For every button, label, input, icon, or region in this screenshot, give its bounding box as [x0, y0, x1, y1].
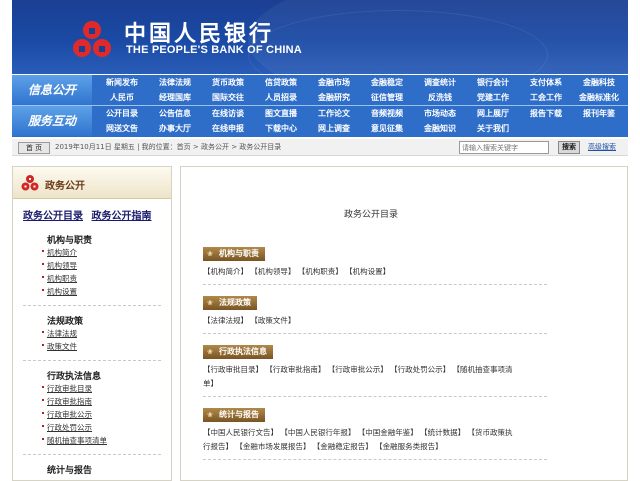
nav-item[interactable]: 法律法规	[149, 76, 201, 90]
nav-item[interactable]: 新闻发布	[96, 76, 148, 90]
nav-item[interactable]: 网送文告	[96, 122, 148, 136]
sidebar-divider	[23, 360, 161, 361]
nav-grid-service: 公开目录 公告信息 在线访谈 图文直播 工作论文 音频视频 市场动态 网上展厅 报告下载 报刊年鉴…	[96, 106, 628, 136]
nav-item[interactable]: 市场动态	[414, 107, 466, 121]
nav-item[interactable]: 在线申报	[202, 122, 254, 136]
category-divider	[203, 459, 547, 460]
category-divider	[203, 396, 547, 397]
nav-item[interactable]: 人员招录	[255, 91, 307, 105]
sidebar-link-directory[interactable]: 政务公开目录	[23, 211, 83, 222]
nav-item[interactable]: 征信管理	[361, 91, 413, 105]
nav-item[interactable]: 货币政策	[202, 76, 254, 90]
nav-item[interactable]: 关于我们	[467, 122, 519, 136]
sidebar-item[interactable]: 行政审批公示	[42, 409, 92, 420]
category-links[interactable]: 【中国人民银行文告】 【中国人民银行年报】 【中国金融年鉴】 【统计数据】 【货…	[203, 427, 513, 439]
nav-item[interactable]: 反洗钱	[414, 91, 466, 105]
sidebar-title: 政务公开	[45, 181, 85, 192]
sidebar: 政务公开 政务公开目录 政务公开指南 机构与职责 机构简介机构领导机构职责机构设置…	[12, 166, 172, 481]
nav-item[interactable]: 工会工作	[520, 91, 572, 105]
nav-item[interactable]: 图文直播	[255, 107, 307, 121]
nav-item[interactable]: 金融研究	[308, 91, 360, 105]
nav-item[interactable]: 工作论文	[308, 107, 360, 121]
sidebar-divider	[23, 305, 161, 306]
category-heading[interactable]: 机构与职责	[203, 247, 265, 261]
nav-item[interactable]: 人民币	[96, 91, 148, 105]
nav-item[interactable]: 党建工作	[467, 91, 519, 105]
nav-item[interactable]: 网上调查	[308, 122, 360, 136]
sidebar-section-title: 行政执法信息	[47, 372, 102, 382]
sidebar-header: 政务公开	[13, 167, 171, 199]
category-heading[interactable]: 统计与报告	[203, 408, 265, 422]
sidebar-item[interactable]: 机构设置	[42, 286, 77, 297]
nav-item[interactable]: 经理国库	[149, 91, 201, 105]
header-banner: 中国人民银行 THE PEOPLE'S BANK OF CHINA	[12, 0, 628, 74]
category-heading[interactable]: 行政执法信息	[203, 345, 273, 359]
nav-row-service: 服务互动 公开目录 公告信息 在线访谈 图文直播 工作论文 音频视频 市场动态 网上展厅 报告下…	[12, 106, 628, 136]
nav-grid-info: 新闻发布 法律法规 货币政策 信贷政策 金融市场 金融稳定 调查统计 银行会计 支付体系 金融科技…	[96, 75, 628, 105]
home-button[interactable]: 首 页	[18, 142, 50, 154]
nav-item[interactable]: 下载中心	[255, 122, 307, 136]
nav-item[interactable]: 金融知识	[414, 122, 466, 136]
nav-row-info: 信息公开 新闻发布 法律法规 货币政策 信贷政策 金融市场 金融稳定 调查统计 银行会计 支付体…	[12, 75, 628, 105]
advanced-search-link[interactable]: 高级搜索	[588, 142, 616, 153]
sidebar-section-title: 法规政策	[47, 317, 84, 327]
category-heading[interactable]: 法规政策	[203, 296, 257, 310]
nav-item[interactable]: 银行会计	[467, 76, 519, 90]
category-links[interactable]: 【法律法规】 【政策文件】	[203, 315, 295, 327]
nav-item[interactable]: 金融稳定	[361, 76, 413, 90]
category-divider	[203, 284, 547, 285]
page: 中国人民银行 THE PEOPLE'S BANK OF CHINA 信息公开 新…	[0, 0, 640, 481]
sidebar-item[interactable]: 政策文件	[42, 341, 77, 352]
nav-label-service: 服务互动	[12, 106, 92, 136]
sidebar-section-title: 机构与职责	[47, 236, 93, 246]
sidebar-item[interactable]: 行政审批指南	[42, 396, 92, 407]
category-links[interactable]: 【机构简介】 【机构领导】 【机构职责】 【机构设置】	[203, 266, 390, 278]
nav-item[interactable]: 在线访谈	[202, 107, 254, 121]
sidebar-item[interactable]: 行政处罚公示	[42, 422, 92, 433]
category-divider	[203, 333, 547, 334]
sidebar-item[interactable]: 行政审批目录	[42, 383, 92, 394]
nav-item[interactable]: 报刊年鉴	[573, 107, 625, 121]
nav-item[interactable]: 音频视频	[361, 107, 413, 121]
nav-item[interactable]: 金融市场	[308, 76, 360, 90]
sidebar-top-links: 政务公开目录 政务公开指南	[23, 207, 173, 222]
nav-item[interactable]: 信贷政策	[255, 76, 307, 90]
main-content: 政务公开目录 机构与职责【机构简介】 【机构领导】 【机构职责】 【机构设置】法…	[180, 166, 628, 481]
search-button[interactable]: 搜索	[558, 141, 580, 154]
nav-label-info: 信息公开	[12, 75, 92, 105]
category-links[interactable]: 【行政审批目录】 【行政审批指南】 【行政审批公示】 【行政处罚公示】 【随机抽…	[203, 364, 513, 376]
nav-item[interactable]: 办事大厅	[149, 122, 201, 136]
sidebar-link-guide[interactable]: 政务公开指南	[92, 211, 152, 222]
nav-item[interactable]: 公开目录	[96, 107, 148, 121]
sidebar-item[interactable]: 法律法规	[42, 328, 77, 339]
sidebar-item[interactable]: 机构职责	[42, 273, 77, 284]
breadcrumb-bar: 首 页 2019年10月11日 星期五 | 我的位置：首页 > 政务公开 > 政…	[12, 139, 628, 156]
pboc-logo-icon	[21, 175, 39, 191]
nav-item[interactable]: 意见征集	[361, 122, 413, 136]
nav-item[interactable]: 网上展厅	[467, 107, 519, 121]
nav-item[interactable]: 金融标准化	[573, 91, 625, 105]
sidebar-item[interactable]: 机构领导	[42, 260, 77, 271]
sidebar-item[interactable]: 机构简介	[42, 247, 77, 258]
nav-item[interactable]: 国际交往	[202, 91, 254, 105]
search-input[interactable]	[459, 141, 549, 154]
page-title: 政务公开目录	[343, 210, 398, 220]
nav-item[interactable]: 调查统计	[414, 76, 466, 90]
sidebar-item[interactable]: 随机抽查事项清单	[42, 435, 107, 446]
nav-item[interactable]: 公告信息	[149, 107, 201, 121]
category-links[interactable]: 单】	[203, 378, 218, 390]
breadcrumb: 2019年10月11日 星期五 | 我的位置：首页 > 政务公开 > 政务公开目…	[55, 143, 282, 151]
bank-name-english: THE PEOPLE'S BANK OF CHINA	[126, 44, 302, 56]
main-navigation: 信息公开 新闻发布 法律法规 货币政策 信贷政策 金融市场 金融稳定 调查统计 银行会计 支付体…	[12, 75, 628, 137]
sidebar-section-title: 统计与报告	[47, 466, 93, 476]
nav-item[interactable]: 金融科技	[573, 76, 625, 90]
nav-item[interactable]: 支付体系	[520, 76, 572, 90]
nav-item[interactable]: 报告下载	[520, 107, 572, 121]
category-links[interactable]: 行报告】 【金融市场发展报告】 【金融稳定报告】 【金融服务类报告】	[203, 441, 443, 453]
sidebar-divider	[23, 454, 161, 455]
pboc-logo-icon[interactable]	[70, 18, 114, 62]
